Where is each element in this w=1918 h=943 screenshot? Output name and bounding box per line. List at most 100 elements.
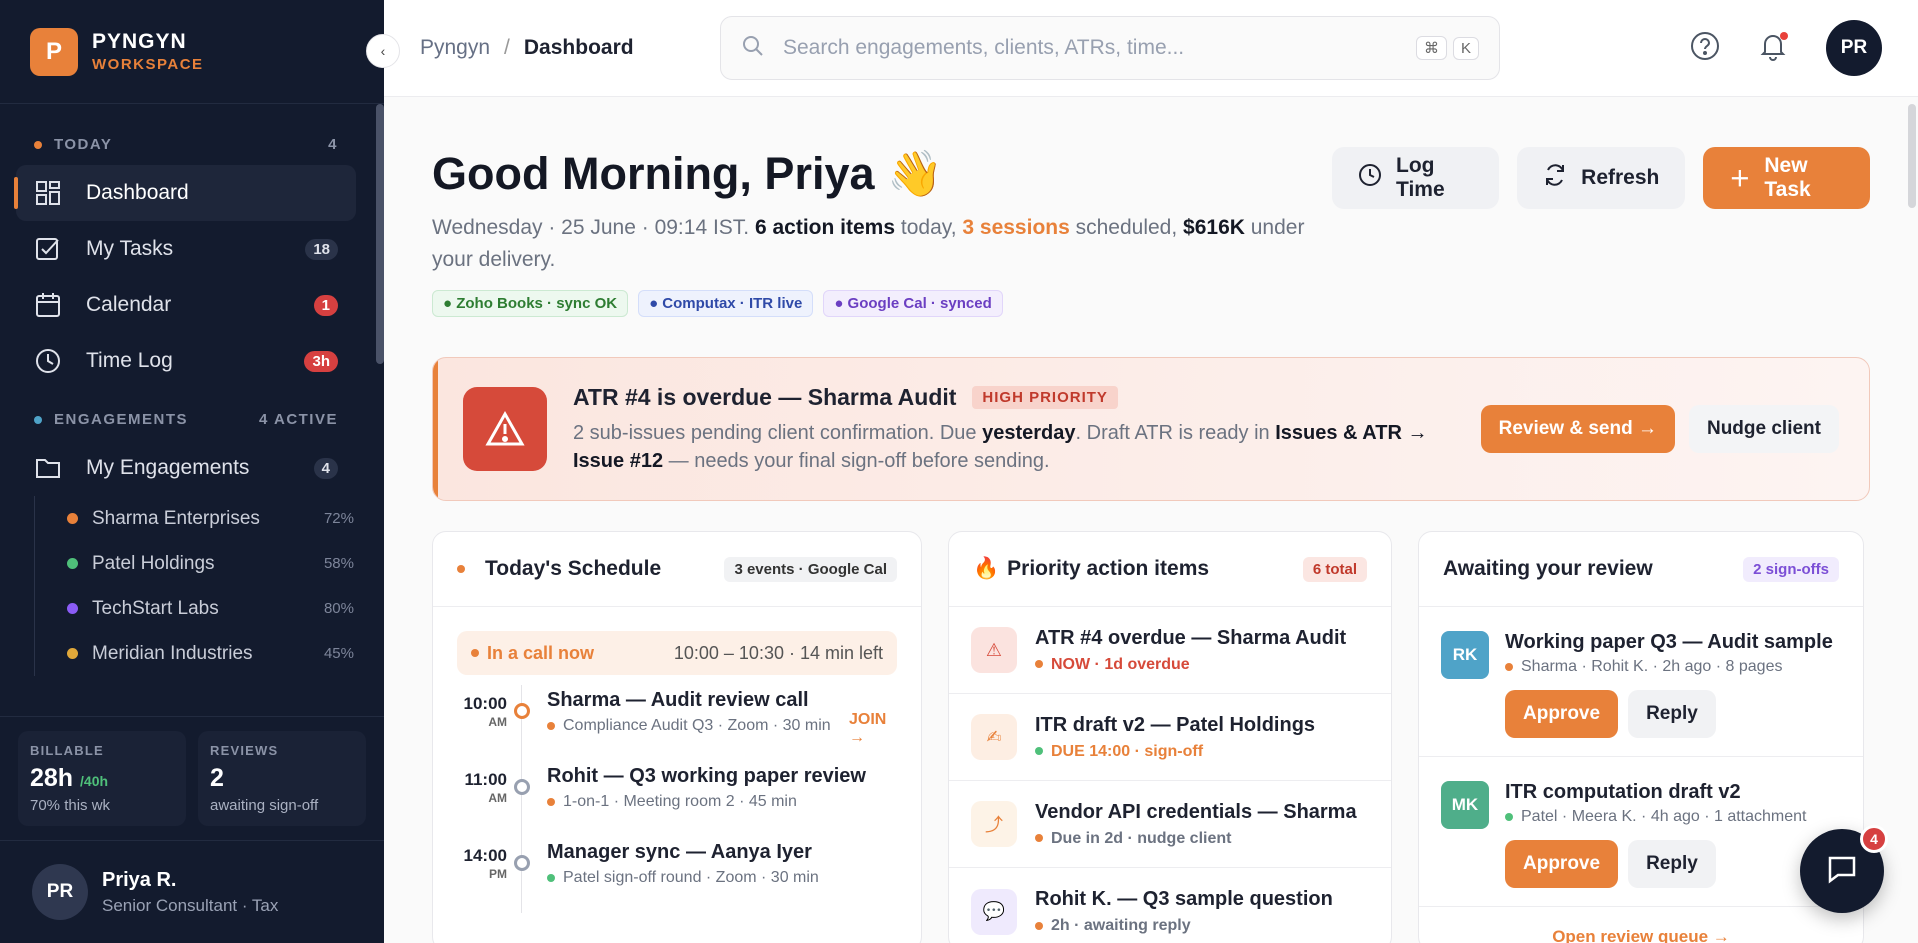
action-title: Rohit K. — Q3 sample question [1035,888,1333,910]
action-item[interactable]: 💬 Rohit K. — Q3 sample question 2h · await… [949,868,1391,943]
kbd-k: K [1452,36,1479,60]
chat-button[interactable]: 4 [1800,825,1888,913]
live-call-banner[interactable]: In a call now 10:00 – 10:30 · 14 min left [457,631,897,675]
review-chip: 2 sign-offs [1743,556,1839,582]
nav-my-engagements[interactable]: My Engagements 4 [16,440,356,496]
refresh-label: Refresh [1581,166,1660,189]
client-item[interactable]: Patel Holdings 58% [67,541,384,586]
log-time-button[interactable]: Log Time [1332,147,1500,209]
integration-tag: ● Zoho Books · sync OK [432,290,629,317]
reply-button[interactable]: Reply [1628,840,1716,888]
review-card: Awaiting your review 2 sign-offs RK Worki… [1418,531,1864,943]
time-log-badge: 3h [304,350,338,372]
event-ampm: AM [488,715,507,729]
client-item[interactable]: Sharma Enterprises 72% [67,496,384,541]
timeline-circle [514,855,530,871]
sidebar-scrollbar[interactable] [376,104,384,364]
client-color-dot [67,603,78,614]
nav-my-engagements-label: My Engagements [86,456,250,479]
open-review-queue-link[interactable]: Open review queue → [1419,907,1863,943]
action-sub: 2h · awaiting reply [1051,917,1191,934]
review-sub: Patel · Meera K. · 4h ago · 1 attachment [1521,808,1807,825]
new-task-button[interactable]: ＋ New Task [1703,147,1870,209]
collapse-sidebar-button[interactable]: ‹ [366,34,400,68]
alert-text: 2 sub-issues pending client confirmation… [573,421,983,444]
nav-my-tasks[interactable]: My Tasks 18 [16,221,356,277]
action-dot [1035,834,1043,843]
client-progress: 58% [323,555,354,572]
bell-icon[interactable] [1758,31,1788,66]
warning-icon: ⚠ [971,627,1017,673]
review-title[interactable]: Working paper Q3 — Audit sample [1505,631,1833,654]
client-list: Sharma Enterprises 72% Patel Holdings 58% … [34,496,384,676]
chat-icon [1825,852,1859,891]
stats-panel: BILLABLE 28h /40h 70% this wk REVIEWS 2 … [0,716,384,840]
avatar: PR [32,864,88,920]
section-today-label: TODAY [54,136,113,153]
alert-title: ATR #4 is overdue — Sharma Audit [573,383,957,410]
nav-calendar[interactable]: Calendar 1 [16,277,356,333]
fire-icon: 🔥 [973,557,1000,580]
wave-icon: 👋 [887,148,944,199]
priority-chip: 6 total [1302,556,1367,582]
engagements-count-badge: 4 [313,457,338,479]
user-profile[interactable]: PR Priya R. Senior Consultant · Tax [0,840,384,943]
section-engagements-count: 4 ACTIVE [259,411,338,428]
main-scrollbar[interactable] [1908,104,1916,208]
summary-connector: scheduled, [1069,216,1184,239]
help-icon[interactable] [1690,31,1720,66]
nav-time-log[interactable]: Time Log 3h [16,333,356,389]
approve-button[interactable]: Approve [1505,840,1619,888]
schedule-event[interactable]: 11:00 AM Rohit — Q3 working paper review 1… [433,761,921,837]
stat-label: BILLABLE [30,743,104,758]
brand-sub: WORKSPACE [92,56,204,73]
schedule-event[interactable]: 14:00 PM Manager sync — Aanya Iyer Patel s… [433,837,921,913]
stat-sub: awaiting sign-off [210,797,319,814]
event-sub: 1-on-1 · Meeting room 2 · 45 min [563,793,797,810]
nav-dashboard[interactable]: Dashboard [14,165,356,221]
breadcrumb-root[interactable]: Pyngyn [420,36,490,59]
section-today: TODAY 4 [0,136,384,153]
nav-my-tasks-label: My Tasks [86,237,174,260]
dashboard-icon [34,179,62,207]
refresh-button[interactable]: Refresh [1517,147,1686,209]
event-title: Manager sync — Aanya Iyer [547,841,812,863]
client-color-dot [67,648,78,659]
chat-bubble-icon: 💬 [971,888,1017,935]
nudge-client-button[interactable]: Nudge client [1688,405,1839,453]
greeting-section: Good Morning, Priya 👋 Wednesday · 25 Jun… [432,147,1870,317]
search-input[interactable]: Search engagements, clients, ATRs, time.… [720,16,1500,80]
join-button[interactable]: JOIN → [849,685,897,761]
review-dot [1505,662,1513,671]
session-count: 3 sessions [962,216,1070,239]
action-dot [1035,747,1043,756]
action-item[interactable]: ✍ ITR draft v2 — Patel Holdings DUE 14:00 … [949,694,1391,781]
action-sub: DUE 14:00 · sign-off [1051,742,1204,760]
client-item[interactable]: TechStart Labs 80% [67,586,384,631]
plus-icon: ＋ [1729,168,1751,191]
live-time: 10:00 – 10:30 · 14 min left [673,642,883,663]
search-placeholder: Search engagements, clients, ATRs, time.… [783,36,1185,59]
breadcrumb: Pyngyn / Dashboard [420,36,720,60]
avatar[interactable]: PR [1826,20,1882,76]
reply-button[interactable]: Reply [1628,690,1716,738]
action-item[interactable]: ⤴ Vendor API credentials — Sharma Due in 2… [949,781,1391,868]
schedule-event[interactable]: 10:00 AM Sharma — Audit review call Compli… [433,685,921,761]
summary-text: Wednesday · 25 June · 09:14 IST. 6 actio… [432,212,1332,276]
action-sub: Due in 2d · nudge client [1051,829,1232,847]
clock-icon [1358,163,1382,193]
action-item[interactable]: ⚠ ATR #4 overdue — Sharma Audit NOW · 1d o… [949,607,1391,694]
brand[interactable]: P PYNGYN WORKSPACE [0,0,384,104]
action-dot [1035,921,1043,930]
stat-sub: 70% this wk [30,797,111,814]
client-item[interactable]: Meridian Industries 45% [67,631,384,676]
priority-card: 🔥 Priority action items 6 total ⚠ ATR #4 ov… [948,531,1392,943]
integration-tag: ● Computax · ITR live [638,290,814,317]
breadcrumb-separator: / [504,36,510,59]
greeting-text: Good Morning, Priya [432,148,875,199]
review-send-button[interactable]: Review & send → [1480,405,1675,453]
approve-button[interactable]: Approve [1505,690,1619,738]
alert-text: . Draft ATR is ready in [1075,421,1276,444]
review-title[interactable]: ITR computation draft v2 [1505,781,1806,804]
user-name: Priya R. [102,868,177,891]
